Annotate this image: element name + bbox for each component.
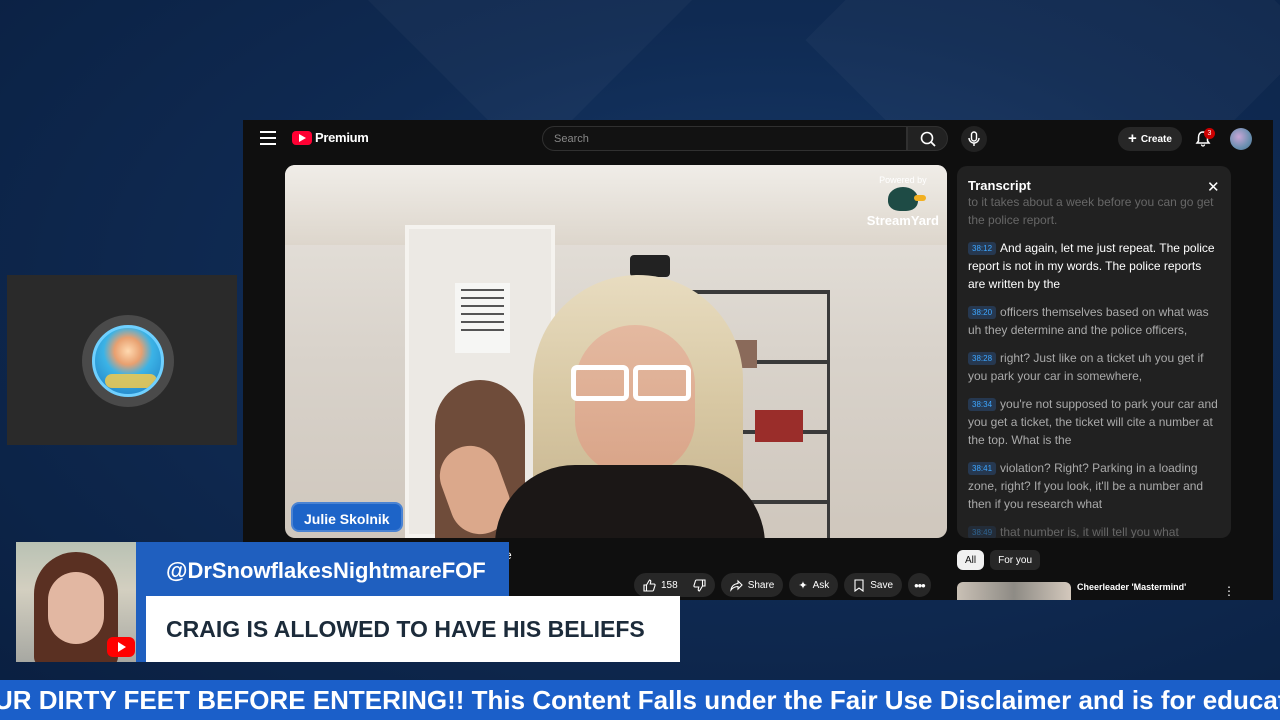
save-icon bbox=[854, 578, 864, 592]
channel-avatar-image bbox=[92, 325, 164, 397]
search-button[interactable] bbox=[907, 126, 948, 151]
logo-text: Premium bbox=[315, 130, 369, 145]
transcript-segment[interactable]: to it takes about a week before you can … bbox=[968, 193, 1220, 229]
chip-all[interactable]: All bbox=[957, 550, 985, 570]
share-label: Share bbox=[747, 579, 775, 591]
ticker-text: UR DIRTY FEET BEFORE ENTERING!! This Con… bbox=[0, 685, 1280, 715]
transcript-segment[interactable]: 38:49 that number is, it will tell you wh… bbox=[968, 523, 1220, 538]
speaker-name-tag: Julie Skolnik bbox=[291, 502, 403, 532]
thumbs-up-icon bbox=[643, 578, 656, 592]
transcript-list: to it takes about a week before you can … bbox=[968, 195, 1220, 538]
recommended-video[interactable]: Cheerleader 'Mastermind' ⋮ bbox=[957, 582, 1247, 600]
video-person-glasses bbox=[571, 365, 695, 403]
youtube-badge-icon bbox=[107, 637, 135, 657]
transcript-text: that number is, it will tell you what bbox=[1000, 525, 1179, 538]
streamer-camera bbox=[16, 542, 136, 662]
transcript-text: to it takes about a week before you can … bbox=[968, 195, 1214, 227]
video-scene-lamp bbox=[630, 255, 670, 277]
transcript-segment[interactable]: 38:20 officers themselves based on what w… bbox=[968, 303, 1220, 339]
video-scene-box bbox=[755, 410, 803, 442]
share-button[interactable]: Share bbox=[720, 573, 784, 597]
transcript-title: Transcript bbox=[968, 178, 1031, 193]
video-actions: 158 Share ✦ Ask Save ••• bbox=[634, 573, 931, 597]
ask-label: Ask bbox=[812, 579, 830, 591]
transcript-timestamp[interactable]: 38:12 bbox=[968, 242, 997, 255]
transcript-segment[interactable]: 38:28 right? Just like on a ticket uh you… bbox=[968, 349, 1220, 385]
ask-button[interactable]: ✦ Ask bbox=[789, 573, 839, 597]
channel-avatar bbox=[82, 315, 174, 407]
share-icon bbox=[729, 579, 743, 592]
youtube-logo[interactable]: Premium bbox=[292, 130, 369, 145]
transcript-timestamp[interactable]: 38:49 bbox=[968, 526, 997, 538]
watermark-powered-by: Powered by bbox=[879, 175, 927, 185]
channel-handle: @DrSnowflakesNightmareFOF bbox=[166, 558, 486, 583]
streamyard-watermark: Powered by StreamYard bbox=[867, 175, 939, 228]
handle-banner: @DrSnowflakesNightmareFOF bbox=[136, 542, 509, 598]
more-button[interactable]: ••• bbox=[908, 573, 931, 597]
transcript-segment[interactable]: 38:41 violation? Right? Parking in a load… bbox=[968, 459, 1220, 513]
plus-icon: + bbox=[1128, 130, 1137, 147]
watermark-brand: StreamYard bbox=[866, 213, 939, 228]
transcript-segment[interactable]: 38:12 And again, let me just repeat. The … bbox=[968, 239, 1220, 293]
transcript-text: you're not supposed to park your car and… bbox=[968, 397, 1218, 447]
video-person-body bbox=[495, 465, 765, 538]
more-icon: ••• bbox=[914, 577, 926, 593]
news-ticker: UR DIRTY FEET BEFORE ENTERING!! This Con… bbox=[0, 680, 1280, 720]
streamer-face bbox=[48, 572, 104, 644]
message-banner: CRAIG IS ALLOWED TO HAVE HIS BELIEFS bbox=[146, 596, 680, 662]
youtube-window: Premium Search + Create 3 Powered by Str… bbox=[243, 120, 1273, 600]
search-icon bbox=[920, 131, 936, 147]
voice-search-button[interactable] bbox=[961, 126, 987, 152]
side-camera-panel bbox=[7, 275, 237, 445]
transcript-text: And again, let me just repeat. The polic… bbox=[968, 241, 1215, 291]
banner-message: CRAIG IS ALLOWED TO HAVE HIS BELIEFS bbox=[166, 616, 645, 642]
transcript-text: officers themselves based on what was uh… bbox=[968, 305, 1209, 337]
transcript-timestamp[interactable]: 38:34 bbox=[968, 398, 997, 411]
mic-icon bbox=[968, 131, 980, 146]
save-label: Save bbox=[870, 579, 894, 591]
video-scene-ceiling bbox=[285, 165, 947, 245]
transcript-text: right? Just like on a ticket uh you get … bbox=[968, 351, 1204, 383]
create-label: Create bbox=[1140, 133, 1172, 145]
transcript-timestamp[interactable]: 38:20 bbox=[968, 306, 997, 319]
video-player[interactable]: Powered by StreamYard Julie Skolnik bbox=[285, 165, 947, 538]
transcript-timestamp[interactable]: 38:28 bbox=[968, 352, 997, 365]
youtube-logo-icon bbox=[292, 130, 312, 145]
like-count: 158 bbox=[661, 579, 678, 591]
chip-for-you[interactable]: For you bbox=[990, 550, 1041, 570]
save-button[interactable]: Save bbox=[844, 573, 903, 597]
notification-badge: 3 bbox=[1204, 128, 1215, 139]
recommended-title[interactable]: Cheerleader 'Mastermind' bbox=[1077, 582, 1186, 592]
filter-chips: All For you bbox=[957, 550, 1041, 570]
recommended-thumbnail[interactable] bbox=[957, 582, 1071, 600]
transcript-segment[interactable]: 38:34 you're not supposed to park your ca… bbox=[968, 395, 1220, 449]
account-avatar[interactable] bbox=[1230, 128, 1252, 150]
transcript-panel: Transcript ✕ to it takes about a week be… bbox=[957, 166, 1231, 538]
hamburger-icon[interactable] bbox=[260, 131, 276, 145]
create-button[interactable]: + Create bbox=[1118, 127, 1182, 151]
transcript-timestamp[interactable]: 38:41 bbox=[968, 462, 997, 475]
video-scene-poster bbox=[455, 283, 510, 353]
like-button[interactable]: 158 bbox=[634, 573, 715, 597]
streamyard-duck-icon bbox=[887, 187, 926, 211]
search-input[interactable]: Search bbox=[542, 126, 907, 151]
thumbs-down-icon[interactable] bbox=[693, 578, 706, 592]
youtube-topbar: Premium Search + Create 3 bbox=[243, 120, 1273, 158]
transcript-text: violation? Right? Parking in a loading z… bbox=[968, 461, 1204, 511]
ask-sparkle-icon: ✦ bbox=[798, 579, 808, 592]
banner-accent bbox=[136, 598, 146, 662]
kebab-icon[interactable]: ⋮ bbox=[1223, 584, 1235, 598]
